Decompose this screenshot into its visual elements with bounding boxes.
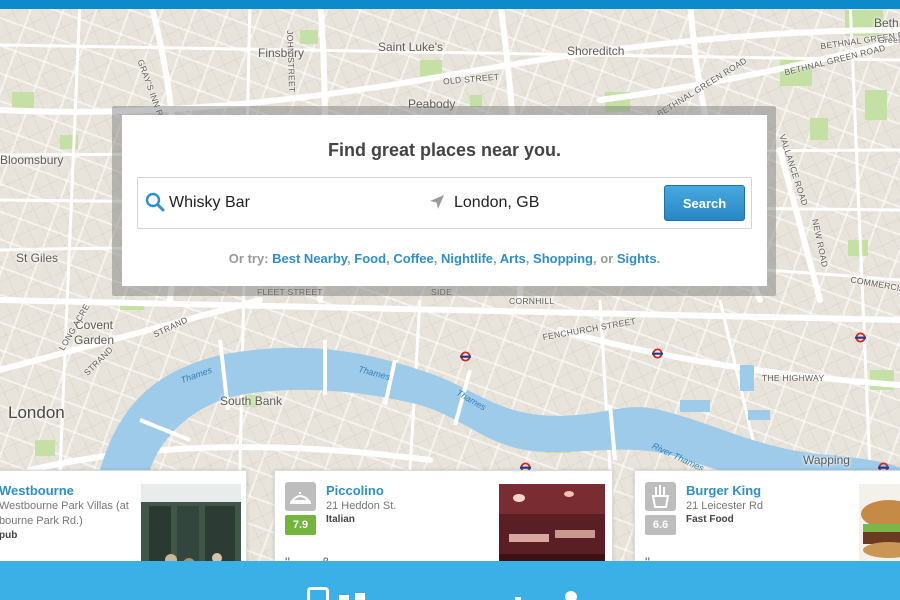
venue-photo[interactable]: [499, 484, 605, 569]
map-place-label: Finsbury: [258, 46, 305, 60]
venue-category: pub: [0, 530, 18, 541]
suggestion-nightlife[interactable]: Nightlife: [441, 251, 493, 266]
top-accent-bar: [0, 0, 900, 9]
venue-name[interactable]: Burger King: [686, 483, 761, 498]
venue-address: bourne Park Rd.): [0, 515, 83, 527]
venue-score-badge: 6.6: [645, 515, 676, 535]
suggestion-shopping[interactable]: Shopping: [533, 251, 593, 266]
search-near-input[interactable]: [454, 188, 654, 218]
venue-address: 21 Heddon St.: [326, 500, 397, 512]
map-street-label: CORNHILL: [509, 296, 555, 306]
suggestion-coffee[interactable]: Coffee: [393, 251, 433, 266]
venue-name[interactable]: Westbourne: [0, 483, 74, 498]
search-box: Search: [137, 177, 752, 229]
search-button[interactable]: Search: [664, 185, 745, 221]
fries-category-icon: [645, 482, 676, 511]
promo-text-glyphs: [339, 591, 577, 600]
restaurant-category-icon: [285, 482, 316, 511]
venue-card[interactable]: Westbourne Westbourne Park Villas (at bo…: [0, 470, 247, 570]
venue-photo[interactable]: [859, 484, 900, 569]
venue-category: Italian: [326, 514, 355, 525]
map-place-label: Bloomsbury: [0, 153, 64, 167]
venue-address: Westbourne Park Villas (at: [0, 500, 129, 512]
tube-station-icon: [855, 332, 866, 343]
search-card: Find great places near you. Search Or tr…: [122, 115, 767, 286]
map-place-label: London: [8, 403, 65, 422]
suggestion-prefix: Or try:: [228, 251, 269, 266]
venue-card[interactable]: 7.9 Piccolino 21 Heddon St. Italian "...…: [274, 470, 613, 570]
map-place-label: Shoreditch: [567, 44, 625, 58]
suggestion-arts[interactable]: Arts: [500, 251, 526, 266]
tube-station-icon: [460, 351, 471, 362]
venue-address: 21 Leicester Rd: [686, 500, 764, 512]
search-title: Find great places near you.: [327, 140, 562, 160]
suggestion-food[interactable]: Food: [354, 251, 386, 266]
tube-station-icon: [652, 348, 663, 359]
venue-category: Fast Food: [686, 514, 734, 525]
phone-icon: [307, 587, 329, 600]
map-place-label: Wapping: [803, 453, 850, 467]
bottom-app-promo-bar[interactable]: [0, 561, 900, 600]
suggestion-best-nearby[interactable]: Best Nearby: [272, 251, 347, 266]
venue-card[interactable]: 6.6 Burger King 21 Leicester Rd Fast Foo…: [634, 470, 900, 570]
search-query-input[interactable]: [169, 188, 419, 218]
venue-photo[interactable]: [141, 484, 241, 569]
suggestion-sights[interactable]: Sights: [617, 251, 657, 266]
search-icon: [145, 192, 165, 212]
suggestion-line: Or try: Best Nearby, Food, Coffee, Night…: [228, 251, 661, 266]
venue-score-badge: 7.9: [285, 515, 316, 535]
map-street-label: Green: [878, 35, 900, 45]
map-place-label: Beth: [874, 16, 899, 30]
location-arrow-icon: [430, 195, 444, 209]
map-place-label: St Giles: [16, 251, 59, 265]
map-street-label: JOHN STREET: [285, 30, 298, 93]
venue-name[interactable]: Piccolino: [326, 483, 384, 498]
map-place-label: South Bank: [220, 394, 283, 408]
map-place-label: Saint Luke's: [378, 40, 443, 54]
map-street-label: THE HIGHWAY: [762, 373, 825, 383]
